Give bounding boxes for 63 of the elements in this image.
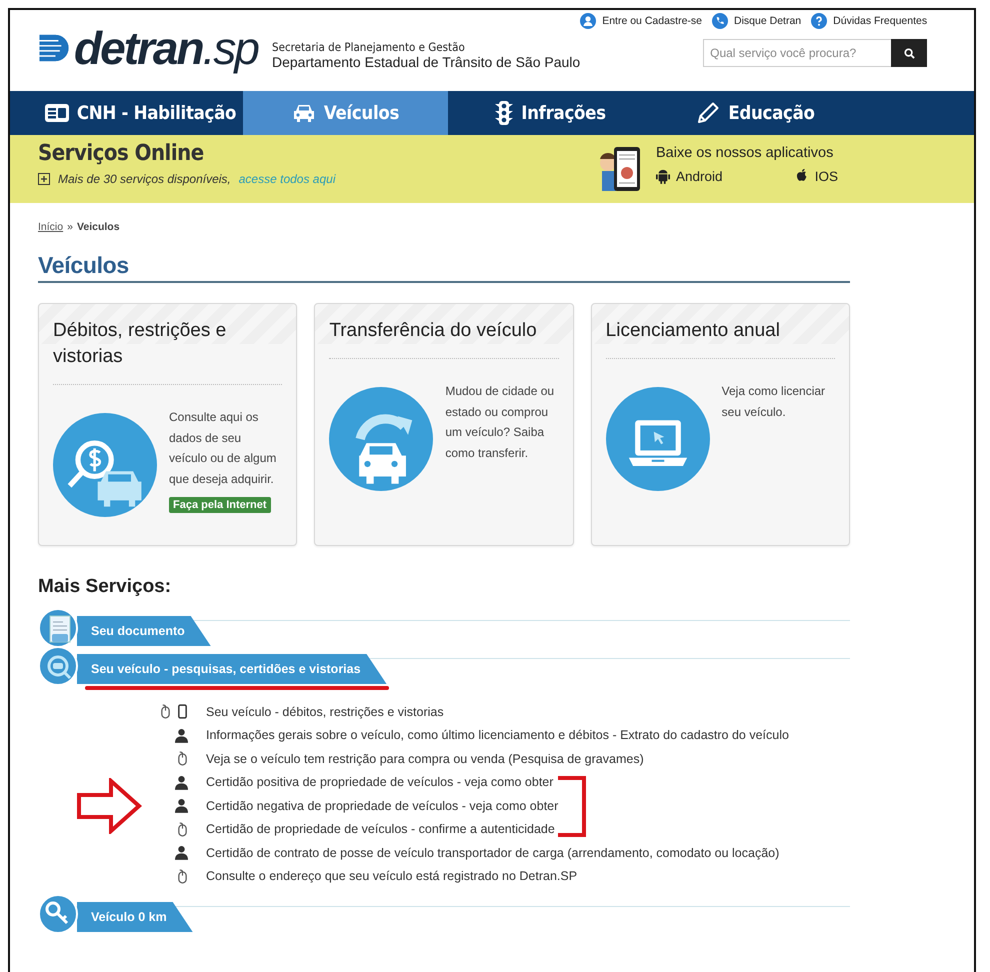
service-link[interactable]: Seu veículo - débitos, restrições e vistorias [206, 704, 444, 719]
person-icon [175, 845, 188, 860]
card-description: Mudou de cidade ou estado ou comprou um veículo? Saiba como transferir. [445, 383, 556, 462]
search-field[interactable]: Qual serviço você procura? [703, 39, 892, 67]
mouse-icon [177, 868, 188, 884]
section-icon [38, 894, 78, 934]
app-link[interactable]: Android [656, 168, 723, 184]
service-link[interactable]: Consulte o endereço que seu veículo está registrado no Detran.SP [206, 869, 578, 884]
top-link[interactable]: Disque Detran [734, 15, 802, 27]
service-link[interactable]: Informações gerais sobre o veículo, como último licenciamento e débitos - Extrato do cadastro do veículo [206, 728, 789, 742]
section-icon [38, 608, 78, 648]
service-icon [329, 387, 434, 491]
android-icon [656, 168, 670, 184]
nav-tab[interactable]: Educação [653, 91, 858, 135]
service-link[interactable]: Certidão de contrato de posse de veículo transportador de carga (arrendamento, comodato ou locação) [206, 846, 780, 860]
internet-badge[interactable]: Faça pela Internet [169, 497, 271, 513]
search-icon [904, 48, 915, 58]
card-title[interactable]: Licenciamento anual [606, 318, 835, 359]
more-services-title: Mais Serviços: [38, 576, 172, 598]
top-link[interactable]: Dúvidas Frequentes [833, 15, 928, 27]
apple-icon [794, 168, 809, 184]
breadcrumb-link[interactable]: Início [38, 221, 64, 233]
service-link[interactable]: Certidão negativa de propriedade de veículos - veja como obter [206, 798, 558, 813]
traffic-light-icon [495, 101, 514, 125]
breadcrumb-separator: » [67, 221, 73, 233]
service-link[interactable]: Veja se o veículo tem restrição para compra ou venda (Pesquisa de gravames) [206, 752, 644, 766]
card-description: Consulte aqui os dados de seu veículo ou de algum que deseja adquirir. [169, 409, 278, 488]
expand-icon[interactable] [38, 173, 50, 185]
service-link[interactable]: Certidão positiva de propriedade de veículos - veja como obter [206, 775, 554, 790]
mobile-phone-icon [177, 704, 188, 720]
service-icon [606, 387, 710, 491]
phone-icon [712, 13, 728, 29]
apps-title: Baixe os nossos aplicativos [656, 145, 834, 161]
top-link[interactable]: Entre ou Cadastre-se [602, 15, 702, 27]
section-icon [38, 646, 78, 686]
online-services-title: Serviços Online [38, 141, 204, 166]
nav-tab[interactable]: CNH - Habilitação [38, 91, 243, 135]
car-icon [292, 103, 316, 123]
pencil-icon [696, 101, 720, 125]
card-title[interactable]: Transferência do veículo [329, 318, 559, 359]
nav-tab[interactable]: Veículos [243, 91, 448, 135]
services-count: Mais de 30 serviços disponíveis, [58, 172, 231, 186]
person-icon [175, 728, 188, 743]
person-icon [175, 798, 188, 814]
mouse-icon [177, 751, 188, 766]
search-button[interactable] [891, 39, 928, 67]
secretariat-name: Secretaria de Planejamento e Gestão [272, 40, 466, 54]
page-title: Veículos [38, 252, 129, 279]
card-description: Veja como licenciar seu veículo. [722, 383, 826, 420]
mouse-icon [160, 704, 171, 720]
service-link[interactable]: Certidão de propriedade de veículos - confirme a autenticidade [206, 822, 555, 836]
card-title[interactable]: Débitos, restrições e vistorias [53, 318, 282, 385]
person-icon [580, 13, 596, 29]
id-card-icon [44, 104, 69, 122]
breadcrumb-current: Veiculos [76, 221, 120, 233]
service-icon [53, 413, 157, 517]
help-icon [811, 13, 828, 29]
logo-text[interactable]: detran.sp [74, 21, 258, 75]
nav-tab[interactable]: Infrações [448, 91, 653, 135]
person-icon [175, 774, 188, 790]
department-name: Departamento Estadual de Trânsito de São Paulo [272, 54, 580, 70]
mouse-icon [177, 822, 188, 837]
app-link[interactable]: IOS [794, 168, 838, 184]
